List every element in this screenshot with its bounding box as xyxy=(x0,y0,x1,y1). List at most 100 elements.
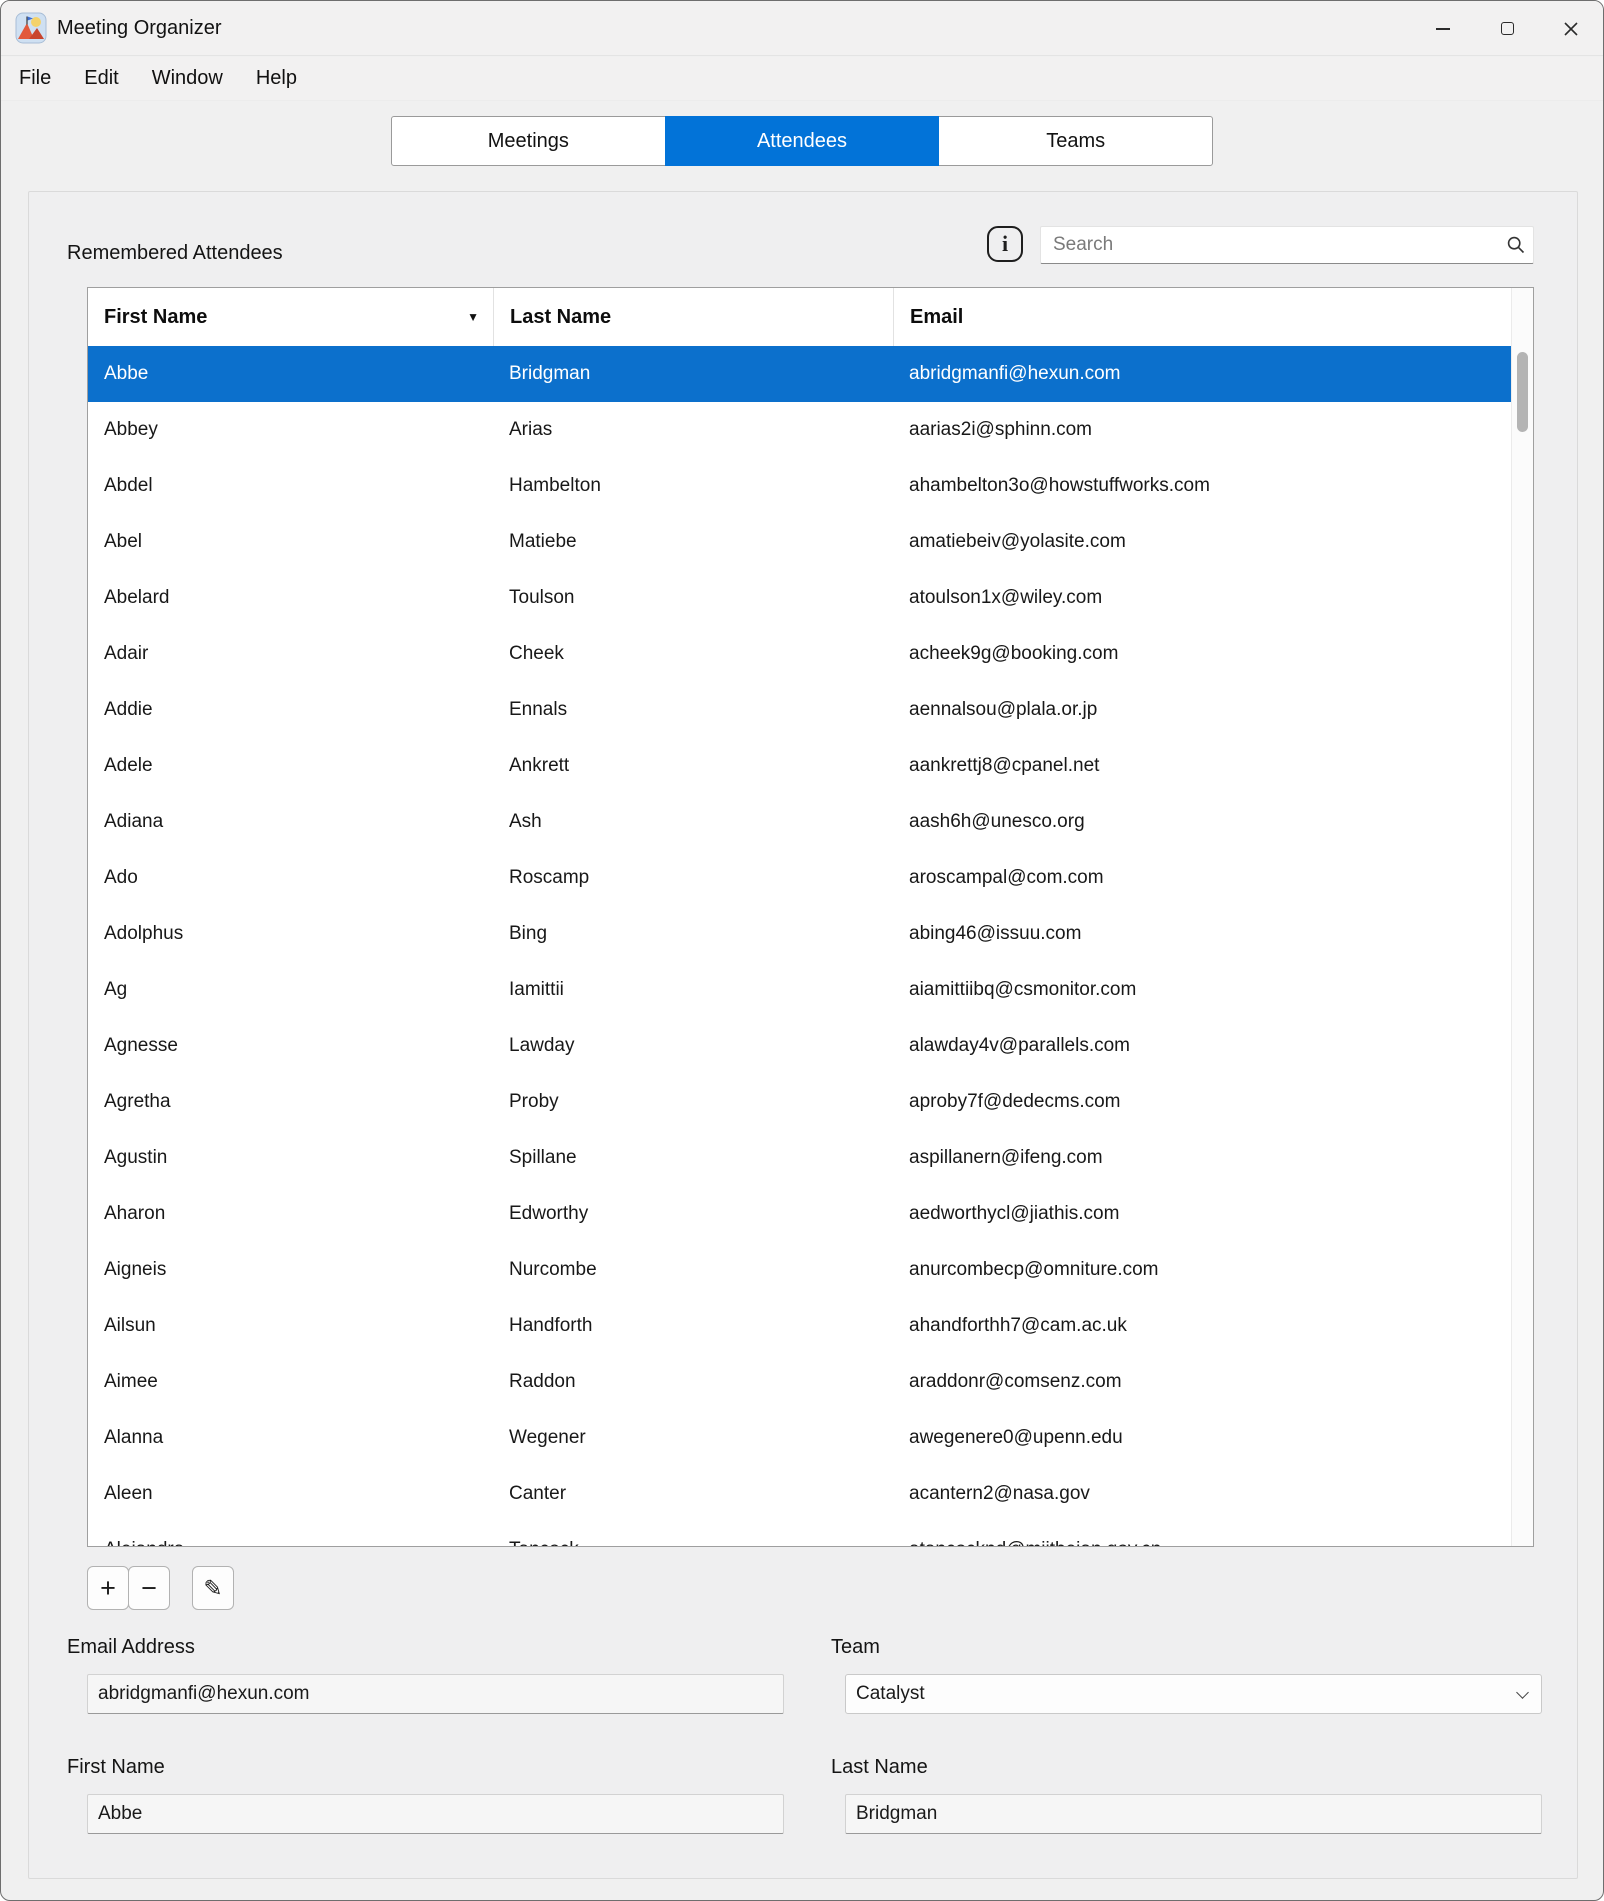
first-name-field[interactable] xyxy=(87,1794,784,1834)
table-row[interactable]: Agnesse Lawday alawday4v@parallels.com xyxy=(88,1018,1511,1074)
cell-last-name: Canter xyxy=(493,1483,893,1505)
table-header: First Name ▼ Last Name Email xyxy=(88,288,1511,346)
cell-last-name: Wegener xyxy=(493,1427,893,1449)
cell-email: aennalsou@plala.or.jp xyxy=(893,699,1511,721)
table-row[interactable]: Aigneis Nurcombe anurcombecp@omniture.co… xyxy=(88,1242,1511,1298)
cell-first-name: Ag xyxy=(88,979,493,1001)
table-row[interactable]: Adolphus Bing abing46@issuu.com xyxy=(88,906,1511,962)
cell-last-name: Ash xyxy=(493,811,893,833)
cell-last-name: Bing xyxy=(493,923,893,945)
table-row[interactable]: Abdel Hambelton ahambelton3o@howstuffwor… xyxy=(88,458,1511,514)
menu-file[interactable]: File xyxy=(19,67,51,90)
pencil-icon: ✎ xyxy=(203,1575,222,1602)
cell-email: araddonr@comsenz.com xyxy=(893,1371,1511,1393)
cell-first-name: Addie xyxy=(88,699,493,721)
chevron-down-icon xyxy=(1516,1686,1529,1699)
info-button[interactable]: i xyxy=(987,226,1023,262)
cell-first-name: Aimee xyxy=(88,1371,493,1393)
cell-email: aroscampal@com.com xyxy=(893,867,1511,889)
sort-descending-icon: ▼ xyxy=(467,310,479,324)
last-name-label: Last Name xyxy=(831,1756,928,1779)
table-row[interactable]: Agustin Spillane aspillanern@ifeng.com xyxy=(88,1130,1511,1186)
cell-email: aash6h@unesco.org xyxy=(893,811,1511,833)
cell-email: ahambelton3o@howstuffworks.com xyxy=(893,475,1511,497)
cell-last-name: Ennals xyxy=(493,699,893,721)
cell-last-name: Edworthy xyxy=(493,1203,893,1225)
tab-meetings[interactable]: Meetings xyxy=(391,116,666,166)
cell-last-name: Toulson xyxy=(493,587,893,609)
cell-email: acheek9g@booking.com xyxy=(893,643,1511,665)
cell-first-name: Abbe xyxy=(88,363,493,385)
table-row[interactable]: Adair Cheek acheek9g@booking.com xyxy=(88,626,1511,682)
cell-last-name: Cheek xyxy=(493,643,893,665)
email-address-field[interactable] xyxy=(87,1674,784,1714)
vertical-scrollbar[interactable] xyxy=(1511,288,1533,1546)
cell-email: aedworthycl@jiathis.com xyxy=(893,1203,1511,1225)
table-row[interactable]: Ado Roscamp aroscampal@com.com xyxy=(88,850,1511,906)
tab-teams[interactable]: Teams xyxy=(938,116,1213,166)
table-row[interactable]: Adele Ankrett aankrettj8@cpanel.net xyxy=(88,738,1511,794)
table-row[interactable]: Agretha Proby aproby7f@dedecms.com xyxy=(88,1074,1511,1130)
table-row[interactable]: Abbe Bridgman abridgmanfi@hexun.com xyxy=(88,346,1511,402)
cell-last-name: Proby xyxy=(493,1091,893,1113)
cell-first-name: Aigneis xyxy=(88,1259,493,1281)
minimize-icon xyxy=(1436,28,1450,30)
table-row[interactable]: Abbey Arias aarias2i@sphinn.com xyxy=(88,402,1511,458)
page-title: Remembered Attendees xyxy=(67,242,283,265)
search-box xyxy=(1040,226,1534,264)
cell-first-name: Agretha xyxy=(88,1091,493,1113)
cell-first-name: Adele xyxy=(88,755,493,777)
cell-email: acantern2@nasa.gov xyxy=(893,1483,1511,1505)
cell-email: aankrettj8@cpanel.net xyxy=(893,755,1511,777)
maximize-button[interactable] xyxy=(1475,1,1539,56)
cell-first-name: Aleen xyxy=(88,1483,493,1505)
table-row[interactable]: Ag Iamittii aiamittiibq@csmonitor.com xyxy=(88,962,1511,1018)
column-header-last-name[interactable]: Last Name xyxy=(493,288,893,346)
table-row[interactable]: Alejandra Tancock atancocknd@miitbeian.g… xyxy=(88,1522,1511,1546)
title-bar: Meeting Organizer xyxy=(1,1,1603,56)
cell-last-name: Arias xyxy=(493,419,893,441)
team-select[interactable]: Catalyst xyxy=(845,1674,1542,1714)
close-button[interactable] xyxy=(1539,1,1603,56)
table-row[interactable]: Alanna Wegener awegenere0@upenn.edu xyxy=(88,1410,1511,1466)
table-toolbar: + − ✎ xyxy=(87,1566,234,1610)
table-row[interactable]: Ailsun Handforth ahandforthh7@cam.ac.uk xyxy=(88,1298,1511,1354)
cell-last-name: Ankrett xyxy=(493,755,893,777)
menu-bar: File Edit Window Help xyxy=(1,57,1603,101)
minimize-button[interactable] xyxy=(1411,1,1475,56)
table-row[interactable]: Aharon Edworthy aedworthycl@jiathis.com xyxy=(88,1186,1511,1242)
menu-window[interactable]: Window xyxy=(152,67,223,90)
column-header-first-name[interactable]: First Name ▼ xyxy=(88,288,493,346)
cell-first-name: Alejandra xyxy=(88,1539,493,1546)
search-input[interactable] xyxy=(1041,227,1499,263)
table-row[interactable]: Abel Matiebe amatiebeiv@yolasite.com xyxy=(88,514,1511,570)
cell-email: aarias2i@sphinn.com xyxy=(893,419,1511,441)
scrollbar-thumb[interactable] xyxy=(1517,352,1528,432)
cell-first-name: Agustin xyxy=(88,1147,493,1169)
email-address-label: Email Address xyxy=(67,1636,195,1659)
cell-email: atoulson1x@wiley.com xyxy=(893,587,1511,609)
menu-edit[interactable]: Edit xyxy=(84,67,118,90)
last-name-field[interactable] xyxy=(845,1794,1542,1834)
cell-first-name: Agnesse xyxy=(88,1035,493,1057)
add-attendee-button[interactable]: + xyxy=(87,1566,129,1610)
table-row[interactable]: Adiana Ash aash6h@unesco.org xyxy=(88,794,1511,850)
search-icon xyxy=(1499,235,1533,255)
table-body: Abbe Bridgman abridgmanfi@hexun.com Abbe… xyxy=(88,346,1511,1546)
cell-email: amatiebeiv@yolasite.com xyxy=(893,531,1511,553)
table-row[interactable]: Aimee Raddon araddonr@comsenz.com xyxy=(88,1354,1511,1410)
first-name-label: First Name xyxy=(67,1756,165,1779)
maximize-icon xyxy=(1501,22,1514,35)
remove-attendee-button[interactable]: − xyxy=(128,1566,170,1610)
table-row[interactable]: Addie Ennals aennalsou@plala.or.jp xyxy=(88,682,1511,738)
column-header-email[interactable]: Email xyxy=(893,288,1511,346)
app-icon xyxy=(15,12,47,44)
cell-first-name: Ado xyxy=(88,867,493,889)
table-row[interactable]: Aleen Canter acantern2@nasa.gov xyxy=(88,1466,1511,1522)
tab-attendees[interactable]: Attendees xyxy=(665,116,940,166)
menu-help[interactable]: Help xyxy=(256,67,297,90)
edit-attendee-button[interactable]: ✎ xyxy=(192,1566,234,1610)
cell-last-name: Spillane xyxy=(493,1147,893,1169)
table-row[interactable]: Abelard Toulson atoulson1x@wiley.com xyxy=(88,570,1511,626)
attendees-table: First Name ▼ Last Name Email Abbe Bridgm… xyxy=(87,287,1534,1547)
